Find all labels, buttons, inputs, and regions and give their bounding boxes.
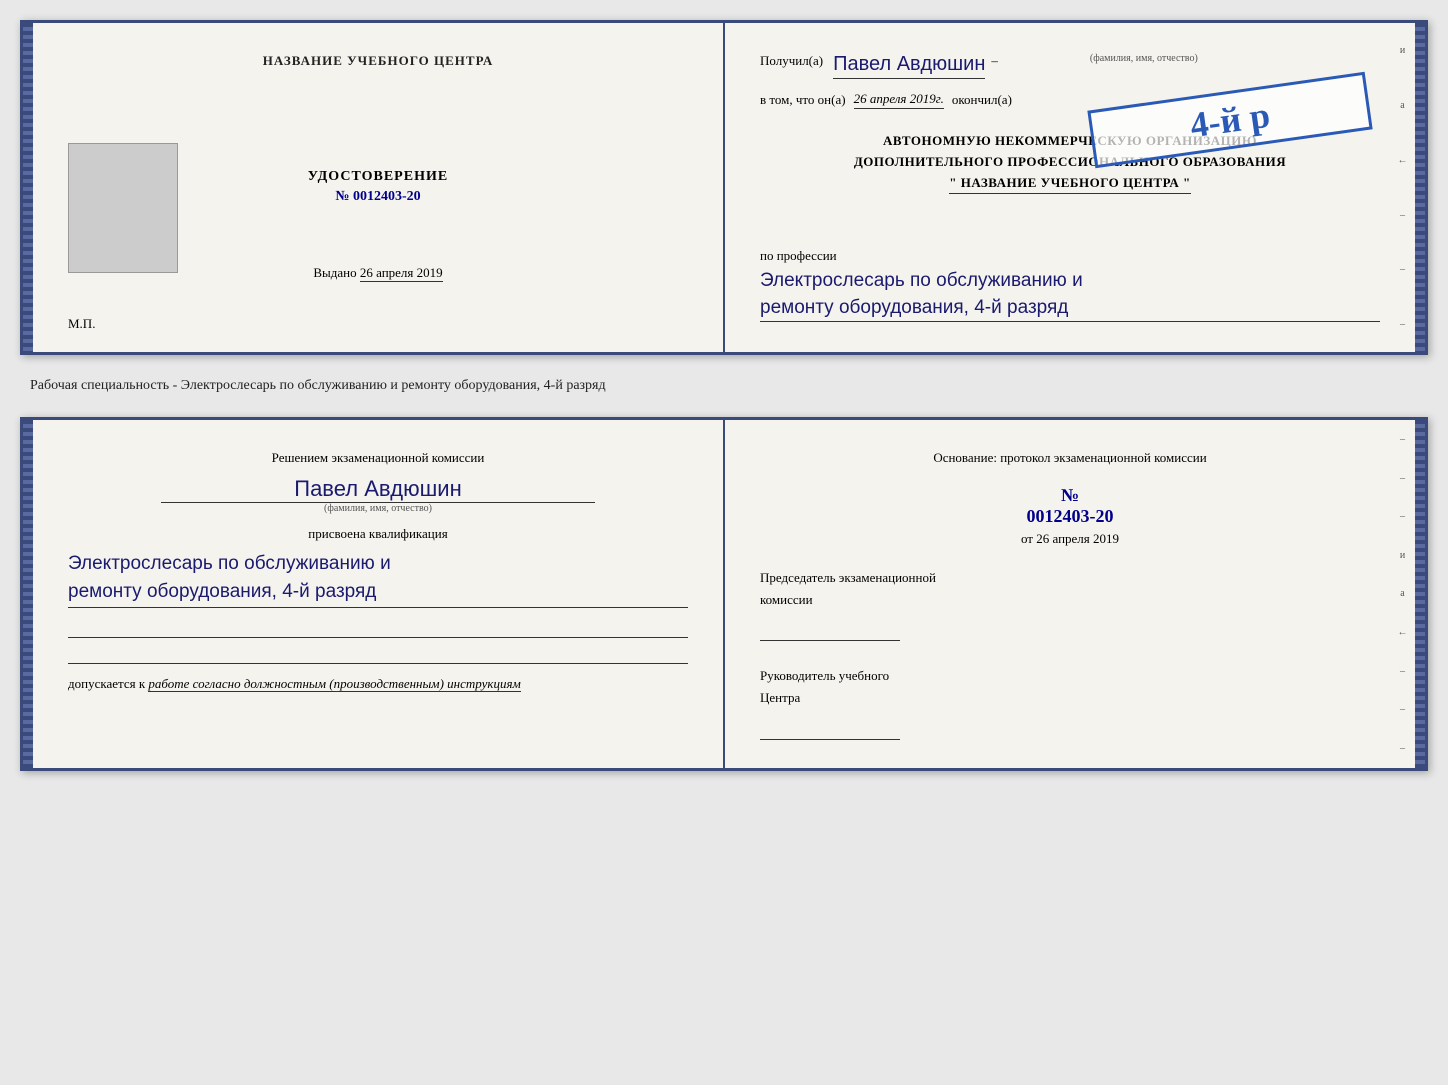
rukovoditel-block: Руководитель учебного Центра [760,665,1380,739]
rukovoditel-label-1: Руководитель учебного [760,665,1380,687]
cert-photo [68,143,178,273]
prof-value: Электрослесарь по обслуживанию и ремонту… [760,268,1380,322]
rukovoditel-sig-line [760,717,1380,739]
prof-value-2: ремонту оборудования, 4-й разряд [760,295,1380,322]
decision-title: Решением экзаменационной комиссии [68,448,688,468]
issued-label: Выдано [313,265,356,280]
decision-person-name: Павел Авдюшин [161,476,595,503]
dopuskaetsya-label: допускается к [68,676,145,691]
fio-hint-top: (фамилия, имя, отчество) [1090,53,1198,64]
left-spine [23,23,33,352]
profession-block: по профессии Электрослесарь по обслужива… [760,248,1380,322]
top-booklet: НАЗВАНИЕ УЧЕБНОГО ЦЕНТРА УДОСТОВЕРЕНИЕ №… [20,20,1428,355]
assigned-label: присвоена квалификация [68,526,688,542]
dopuskaetsya-line: допускается к работе согласно должностны… [68,676,688,692]
right-page-content: Получил(а) Павел Авдюшин – (фамилия, имя… [760,53,1380,322]
vtom-label: в том, что он(а) [760,92,846,108]
prof-label: по профессии [760,248,1380,264]
received-name: Павел Авдюшин [833,53,985,79]
vtom-date: 26 апреля 2019г. [854,91,944,109]
predsedatel-label-2: комиссии [760,589,1380,611]
bottom-left-spine [23,420,33,767]
mp-label: М.П. [68,316,95,332]
received-line: Получил(а) Павел Авдюшин – (фамилия, имя… [760,53,1380,79]
decision-title-text: Решением экзаменационной комиссии [272,450,485,465]
qual-value-1: Электрослесарь по обслуживанию и [68,550,688,579]
cert-center-title: НАЗВАНИЕ УЧЕБНОГО ЦЕНТРА [263,53,494,69]
prof-value-1: Электрослесарь по обслуживанию и [760,268,1380,295]
predsedatel-sig-line [760,619,1380,641]
osnov-date-val: 26 апреля 2019 [1036,531,1119,546]
bottom-booklet: Решением экзаменационной комиссии Павел … [20,417,1428,770]
top-left-page: НАЗВАНИЕ УЧЕБНОГО ЦЕНТРА УДОСТОВЕРЕНИЕ №… [33,23,725,352]
osnov-date: от 26 апреля 2019 [760,531,1380,547]
okonchil-label: окончил(а) [952,92,1012,108]
blank-line-1 [68,616,688,638]
sig-line-predsedatel [760,623,900,641]
side-marks-bottom: – – – и а ← – – – [1390,420,1415,767]
osnov-title: Основание: протокол экзаменационной коми… [760,448,1380,469]
bottom-left-page: Решением экзаменационной комиссии Павел … [33,420,725,767]
udost-label: УДОСТОВЕРЕНИЕ [308,169,448,185]
page-wrapper: НАЗВАНИЕ УЧЕБНОГО ЦЕНТРА УДОСТОВЕРЕНИЕ №… [20,20,1428,771]
stamp-area: 4-й р АВТОНОМНУЮ НЕКОММЕРЧЕСКУЮ ОРГАНИЗА… [760,121,1380,221]
org-name: " НАЗВАНИЕ УЧЕБНОГО ЦЕНТРА " [949,173,1190,195]
blank-line-2 [68,642,688,664]
top-right-page: Получил(а) Павел Авдюшин – (фамилия, имя… [725,23,1415,352]
bottom-right-page: Основание: протокол экзаменационной коми… [725,420,1415,767]
dash1: – [991,53,998,69]
cert-number: № 0012403-20 [308,189,448,205]
date-prefix: от [1021,531,1033,546]
cert-number-value: 0012403-20 [353,189,421,204]
osnov-number-prefix: № [1061,485,1079,505]
qual-value: Электрослесарь по обслуживанию и ремонту… [68,550,688,608]
qual-value-2: ремонту оборудования, 4-й разряд [68,578,688,607]
osnov-number: 0012403-20 [760,506,1380,527]
rukovoditel-label-2: Центра [760,687,1380,709]
sig-line-rukovoditel [760,722,900,740]
fio-hint-bottom: (фамилия, имя, отчество) [68,503,688,514]
side-marks-top: и а ← – – – [1390,23,1415,352]
predsedatel-block: Председатель экзаменационной комиссии [760,567,1380,641]
org-line2: ДОПОЛНИТЕЛЬНОГО ПРОФЕССИОНАЛЬНОГО ОБРАЗО… [760,152,1380,173]
received-label: Получил(а) [760,53,823,69]
number-prefix: № [335,189,349,204]
dopuskaetsya-value: работе согласно должностным (производств… [148,676,520,692]
right-spine-top [1415,23,1425,352]
blank-lines [68,616,688,664]
cert-udostoverenie-block: УДОСТОВЕРЕНИЕ № 0012403-20 [308,169,448,205]
cert-issued-block: Выдано 26 апреля 2019 [313,265,442,281]
bottom-right-spine [1415,420,1425,767]
middle-text: Рабочая специальность - Электрослесарь п… [20,373,1428,399]
issued-date: 26 апреля 2019 [360,265,443,282]
predsedatel-label-1: Председатель экзаменационной [760,567,1380,589]
osnov-number-block: № 0012403-20 [760,485,1380,527]
